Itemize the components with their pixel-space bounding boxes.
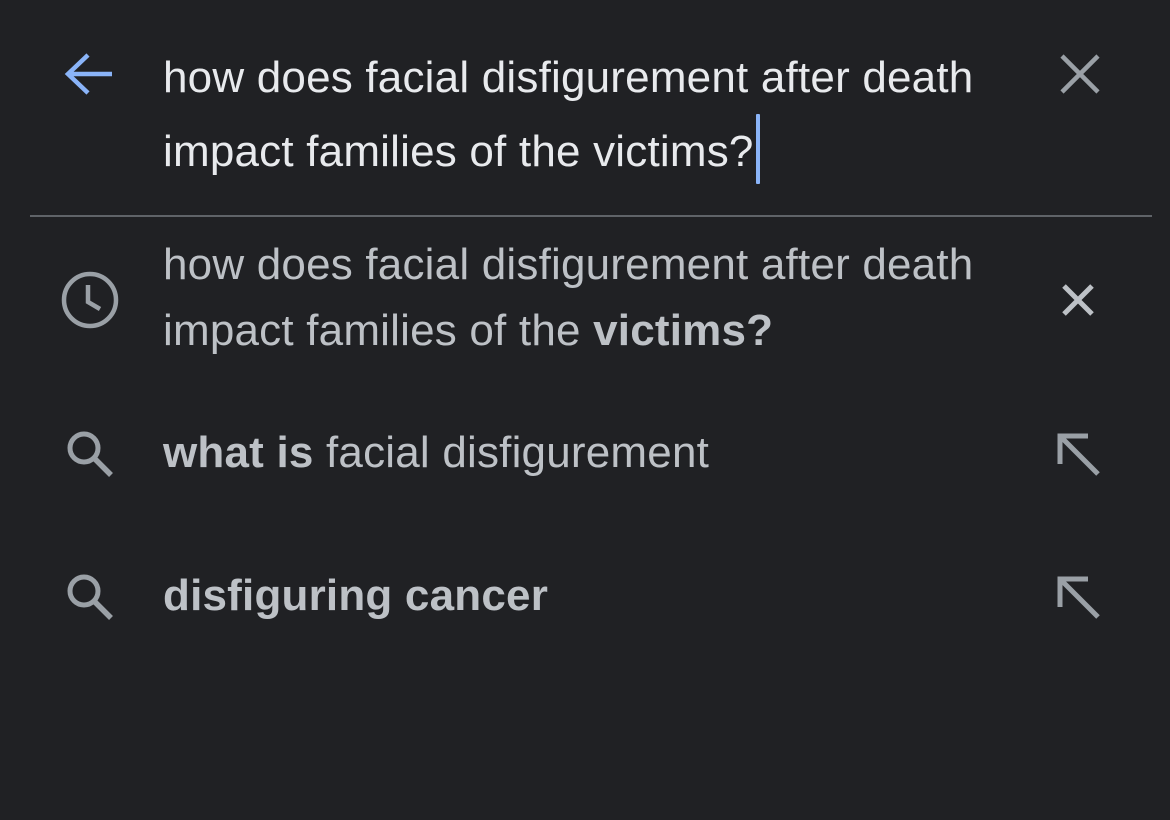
suggestion-search-item[interactable]: what is facial disfigurement	[0, 410, 1170, 500]
arrow-back-icon	[64, 53, 112, 95]
remove-icon	[1062, 284, 1094, 316]
suggestion-text-bold: disfiguring cancer	[163, 571, 549, 620]
fill-query-arrow-icon	[1057, 576, 1100, 619]
search-icon-wrap	[56, 420, 124, 488]
search-icon-wrap	[56, 563, 124, 631]
close-icon	[1060, 54, 1100, 94]
suggestion-text: how does facial disfigurement after deat…	[163, 232, 1023, 364]
text-caret	[755, 114, 760, 184]
search-query-text: how does facial disfigurement after deat…	[163, 53, 974, 176]
suggestion-text-suffix: facial disfigurement	[313, 428, 710, 477]
suggestion-search-item[interactable]: disfiguring cancer	[0, 555, 1170, 645]
header-divider	[30, 215, 1152, 217]
search-header: how does facial disfigurement after deat…	[0, 0, 1170, 216]
fill-query-arrow-icon	[1057, 433, 1100, 476]
suggestion-text: disfiguring cancer	[163, 563, 1023, 629]
search-input[interactable]: how does facial disfigurement after deat…	[163, 42, 1023, 188]
fill-query-button[interactable]	[1046, 565, 1110, 629]
back-button[interactable]	[58, 44, 122, 104]
suggestion-text-prefix: how does facial disfigurement after deat…	[163, 240, 974, 355]
fill-query-button[interactable]	[1046, 422, 1110, 486]
suggestion-text-bold: what is	[163, 428, 314, 477]
search-icon	[67, 431, 113, 477]
search-screen: how does facial disfigurement after deat…	[0, 0, 1170, 820]
suggestion-text: what is facial disfigurement	[163, 420, 1023, 486]
clear-search-button[interactable]	[1050, 44, 1110, 104]
suggestion-history-item[interactable]: how does facial disfigurement after deat…	[0, 232, 1170, 372]
history-clock-icon	[61, 271, 119, 329]
history-icon-wrap	[56, 266, 124, 334]
suggestion-text-bold: victims?	[593, 306, 774, 355]
search-icon	[67, 574, 113, 620]
remove-suggestion-button[interactable]	[1046, 268, 1110, 332]
